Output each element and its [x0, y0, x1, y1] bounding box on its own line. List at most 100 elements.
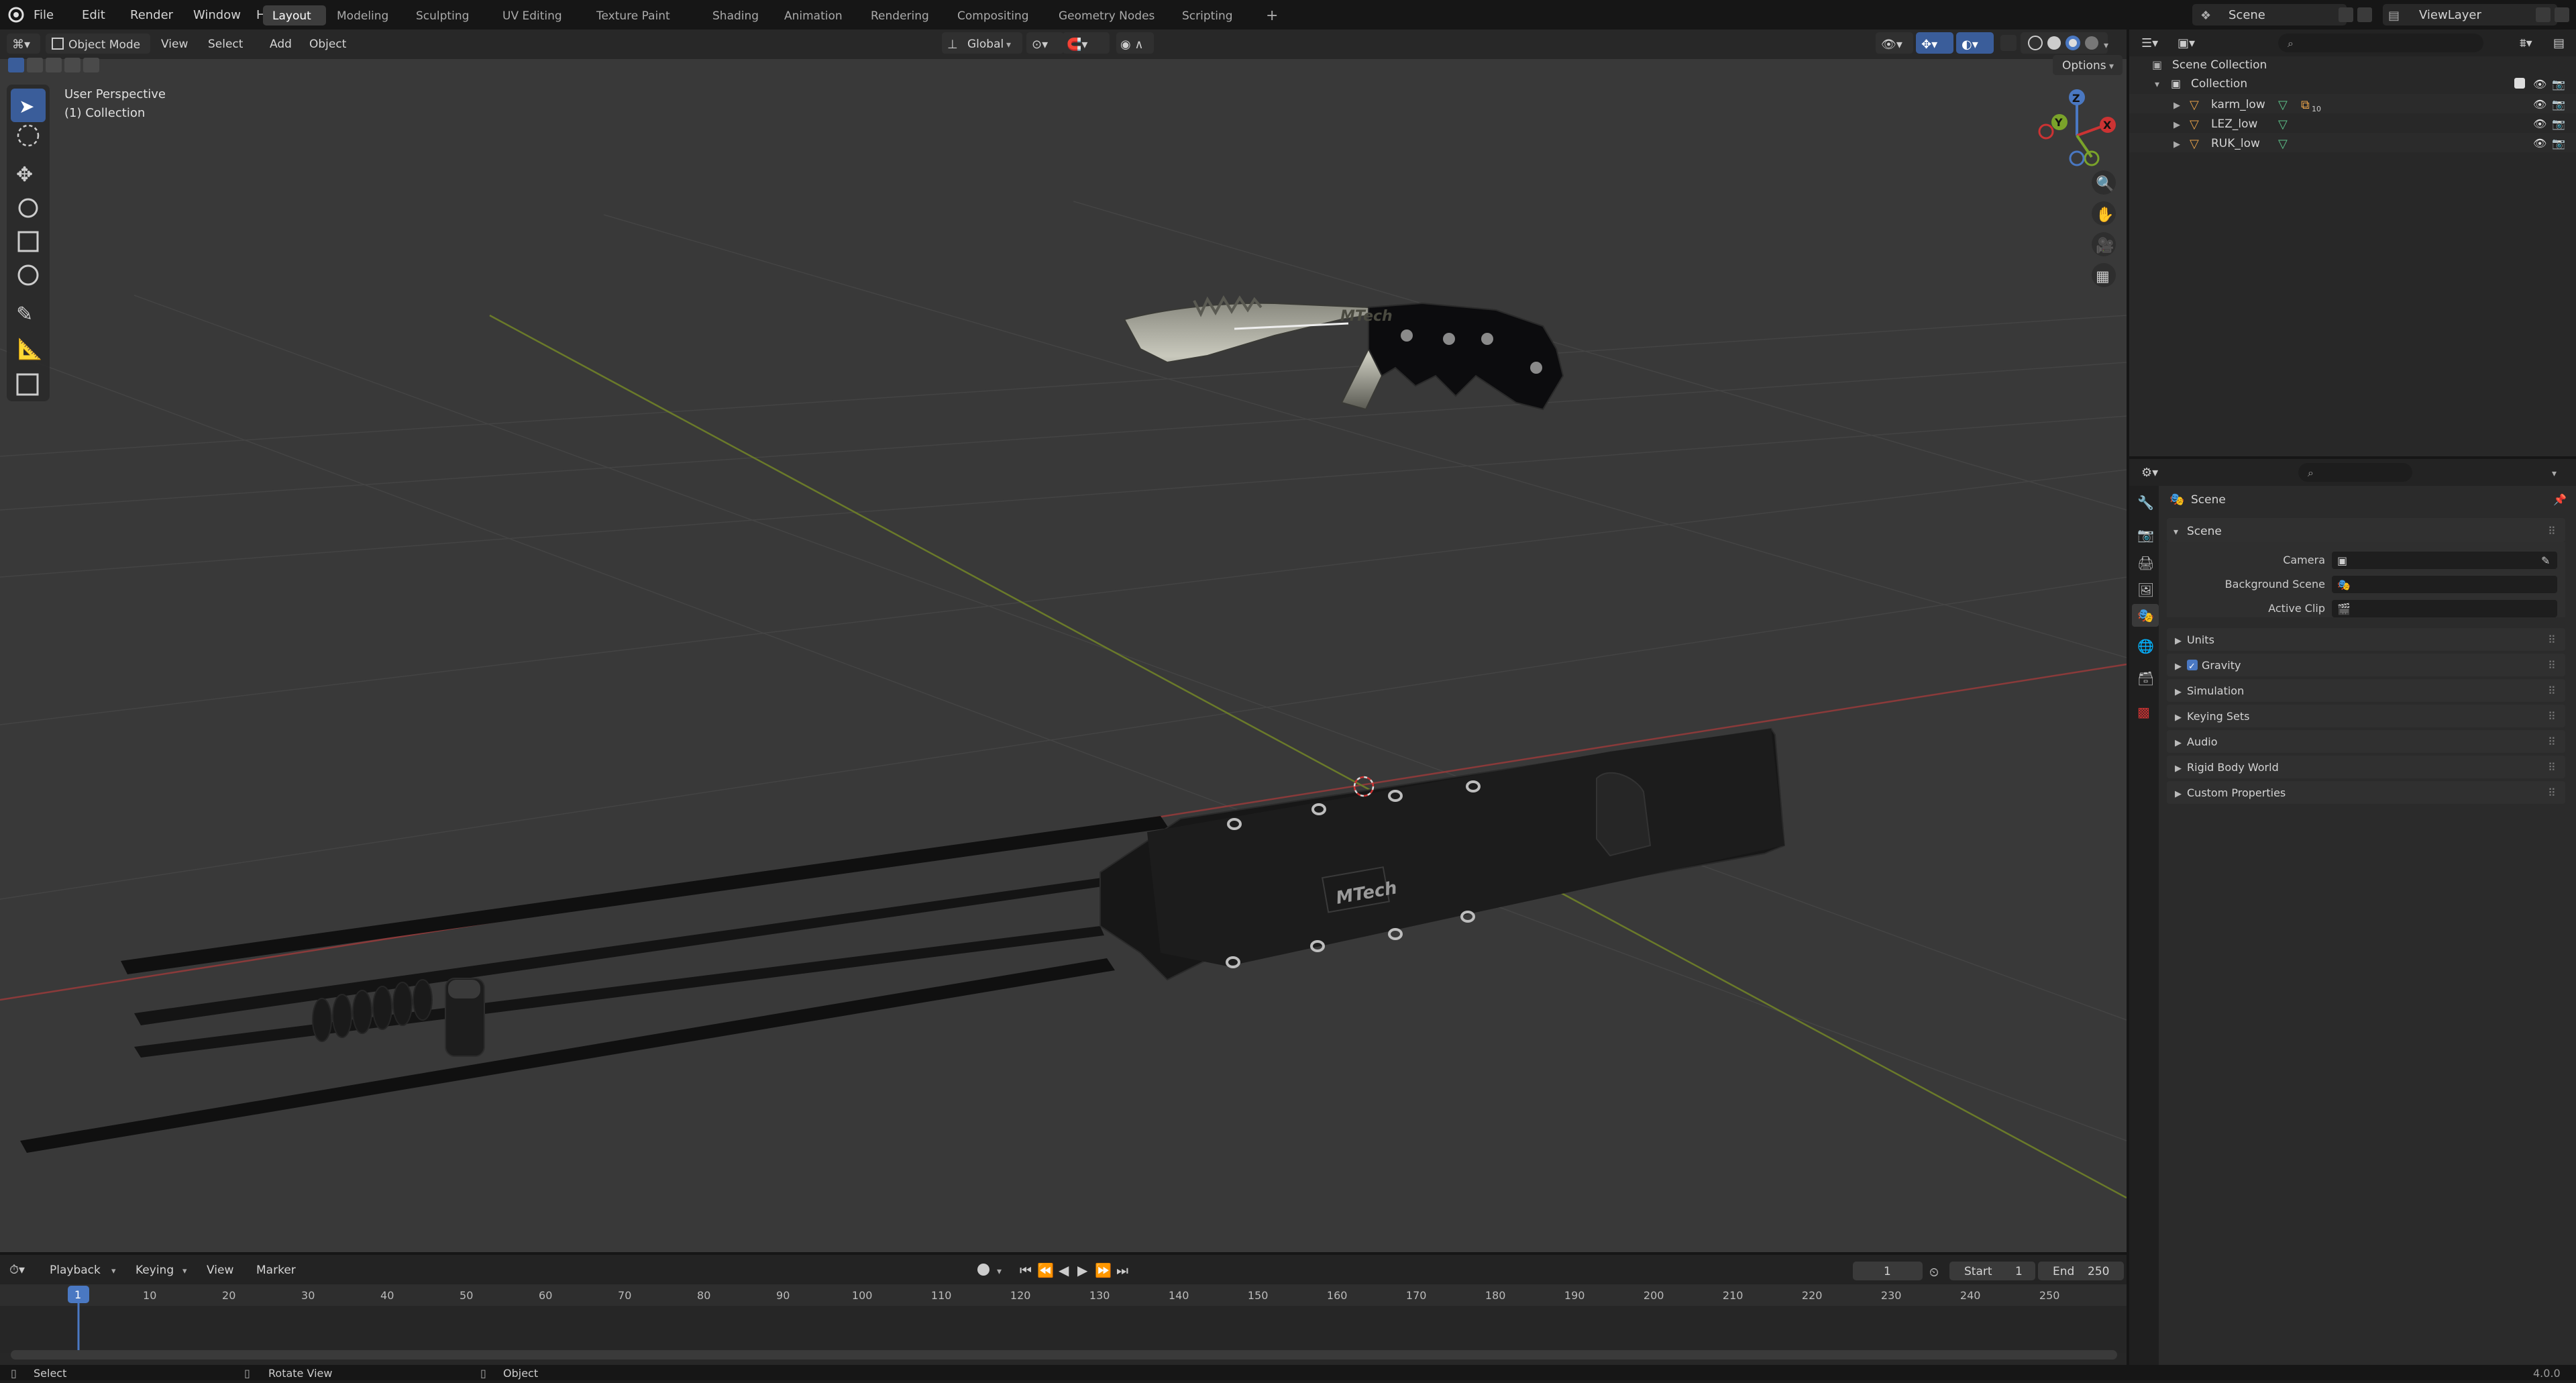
current-frame-field[interactable]: 1 [1853, 1262, 1923, 1280]
new-scene-icon[interactable] [2339, 7, 2353, 22]
panel-audio[interactable]: ▶ Audio ⠿ [2167, 730, 2565, 753]
outliner-search-input[interactable] [2278, 34, 2483, 52]
camera-render-icon[interactable]: 📷 [2552, 117, 2565, 130]
tool-tab-icon[interactable]: 🔧 [2137, 495, 2154, 511]
jump-end-icon[interactable]: ⏭ [1116, 1262, 1128, 1278]
add-workspace-icon[interactable]: + [1266, 7, 1278, 24]
properties-search-input[interactable] [2298, 463, 2412, 482]
viewport-menu-add[interactable]: Add [270, 38, 292, 51]
play-icon[interactable]: ▶ [1077, 1262, 1088, 1278]
panel-units[interactable]: ▶ Units ⠿ [2167, 628, 2565, 651]
play-reverse-icon[interactable]: ◀ [1059, 1262, 1069, 1278]
snap-toggle[interactable]: 🧲▾ [1063, 32, 1110, 54]
jump-next-keyframe-icon[interactable]: ⏩ [1095, 1262, 1112, 1278]
annotate-tool-icon[interactable]: ✎ [16, 303, 33, 326]
eye-icon[interactable]: 👁 [2533, 137, 2546, 150]
jump-start-icon[interactable]: ⏮ [1020, 1262, 1032, 1278]
timeline-menu-playback[interactable]: Playback [50, 1264, 101, 1277]
proportional-edit-toggle[interactable]: ◉ ∧ [1116, 32, 1154, 54]
output-tab-icon[interactable]: 🖨 [2137, 555, 2154, 571]
pivot-selector[interactable]: ⊙▾ [1026, 32, 1064, 54]
select-mode-intersect-icon[interactable] [83, 58, 99, 72]
eye-icon[interactable]: 👁 [2533, 98, 2546, 111]
camera-view-icon[interactable]: 🎥 [2096, 237, 2114, 254]
view-layer-tab-icon[interactable]: 🖼 [2137, 582, 2154, 598]
new-collection-icon[interactable]: ▤ [2553, 36, 2565, 50]
expand-chevron-right-icon[interactable]: ▶ [2174, 140, 2180, 150]
drag-handle-icon[interactable]: ⠿ [2548, 684, 2556, 697]
pin-icon[interactable]: 📌 [2553, 493, 2567, 506]
timeline-editor-icon[interactable]: ⏱▾ [9, 1263, 25, 1277]
new-view-layer-icon[interactable] [2536, 7, 2551, 22]
mesh-data-icon[interactable]: ▽ [2278, 137, 2288, 151]
menu-edit[interactable]: Edit [82, 8, 105, 22]
select-mode-new-icon[interactable] [8, 58, 24, 72]
viewport-menu-view[interactable]: View [161, 38, 188, 51]
drag-handle-icon[interactable]: ⠿ [2548, 710, 2556, 723]
display-mode-icon[interactable]: ▣▾ [2178, 36, 2195, 50]
field-input[interactable] [2332, 600, 2557, 617]
viewport-menu-select[interactable]: Select [208, 38, 244, 51]
expand-chevron-right-icon[interactable]: ▶ [2174, 101, 2180, 111]
outliner-object-row[interactable]: ▶ ▽ RUK_low ▽ 👁 📷 [2129, 133, 2576, 152]
xray-toggle[interactable] [2000, 35, 2017, 51]
menu-render[interactable]: Render [130, 8, 174, 22]
menu-file[interactable]: File [34, 8, 54, 22]
select-mode-subtract-icon[interactable] [46, 58, 62, 72]
delete-view-layer-icon[interactable] [2555, 7, 2569, 22]
texture-tab-icon[interactable]: ▩ [2137, 704, 2150, 720]
collection-render-icon[interactable]: 📷 [2552, 78, 2565, 91]
drag-handle-icon[interactable]: ⠿ [2548, 633, 2556, 646]
drag-handle-icon[interactable]: ⠿ [2548, 786, 2556, 799]
timeline-menu-keying[interactable]: Keying [136, 1264, 174, 1277]
field-input[interactable] [2332, 552, 2557, 569]
panel-keying-sets[interactable]: ▶ Keying Sets ⠿ [2167, 705, 2565, 727]
timeline-menu-marker[interactable]: Marker [256, 1264, 296, 1277]
properties-editor-icon[interactable]: ⚙▾ [2141, 466, 2158, 480]
zoom-icon[interactable]: 🔍 [2096, 174, 2114, 193]
world-tab-icon[interactable]: 🌐 [2137, 638, 2154, 654]
shading-chevron-icon[interactable]: ▾ [2104, 40, 2108, 51]
scene-selector[interactable]: ❖ Scene [2192, 4, 2372, 25]
pan-hand-icon[interactable]: ✋ [2096, 206, 2114, 223]
select-mode-buttons[interactable] [8, 58, 99, 72]
panel-gravity[interactable]: ▶ ✓ Gravity ⠿ [2167, 654, 2565, 676]
collection-tab-icon[interactable]: 🗃 [2137, 670, 2154, 686]
eyedropper-icon[interactable]: ✎ [2541, 554, 2550, 567]
scene-panel-header[interactable] [2167, 518, 2565, 542]
modifier-icon[interactable]: ⧉ [2301, 98, 2310, 112]
move-tool-icon[interactable]: ✥ [16, 163, 33, 187]
keyframe-area[interactable] [0, 1306, 2127, 1353]
menu-window[interactable]: Window [193, 8, 241, 22]
timeline-scrollbar[interactable] [11, 1350, 2117, 1360]
field-input[interactable] [2332, 576, 2557, 593]
properties-options-chevron-icon[interactable]: ▾ [2552, 468, 2557, 479]
eye-icon[interactable]: 👁 [2533, 117, 2546, 130]
mesh-data-icon[interactable]: ▽ [2278, 98, 2288, 112]
panel-custom-properties[interactable]: ▶ Custom Properties ⠿ [2167, 781, 2565, 804]
jump-prev-keyframe-icon[interactable]: ⏪ [1037, 1262, 1054, 1278]
drag-handle-icon[interactable]: ⠿ [2548, 761, 2556, 774]
outliner-object-row[interactable]: ▶ ▽ karm_low ▽ ⧉ 10 👁 📷 [2129, 94, 2576, 113]
drag-handle-icon[interactable]: ⠿ [2548, 735, 2556, 748]
timeline-menu-view[interactable]: View [207, 1264, 233, 1277]
panel-simulation[interactable]: ▶ Simulation ⠿ [2167, 679, 2565, 702]
mesh-data-icon[interactable]: ▽ [2278, 117, 2288, 132]
viewport-3d[interactable] [0, 30, 2127, 1252]
record-chevron-icon[interactable]: ▾ [997, 1266, 1002, 1277]
panel-rigid-body-world[interactable]: ▶ Rigid Body World ⠿ [2167, 756, 2565, 778]
mode-selector[interactable]: Object Mode [46, 34, 150, 54]
filter-icon[interactable]: ⩩▾ [2520, 36, 2532, 50]
rendered-shading-icon[interactable] [2085, 36, 2098, 50]
view-layer-selector[interactable]: ▤ ViewLayer [2383, 4, 2569, 25]
ortho-grid-icon[interactable]: ▦ [2096, 268, 2110, 285]
viewport-menu-object[interactable]: Object [309, 38, 347, 51]
drag-handle-icon[interactable]: ⠿ [2548, 525, 2556, 537]
measure-tool-icon[interactable]: 📐 [17, 337, 42, 361]
start-frame-field[interactable]: Start 1 [1949, 1262, 2035, 1280]
options-button[interactable]: Options ▾ [2053, 55, 2123, 75]
use-preview-range-icon[interactable]: ⏲ [1929, 1266, 1939, 1280]
expand-chevron-right-icon[interactable]: ▶ [2174, 120, 2180, 130]
record-icon[interactable] [977, 1264, 989, 1276]
drag-handle-icon[interactable]: ⠿ [2548, 659, 2556, 672]
